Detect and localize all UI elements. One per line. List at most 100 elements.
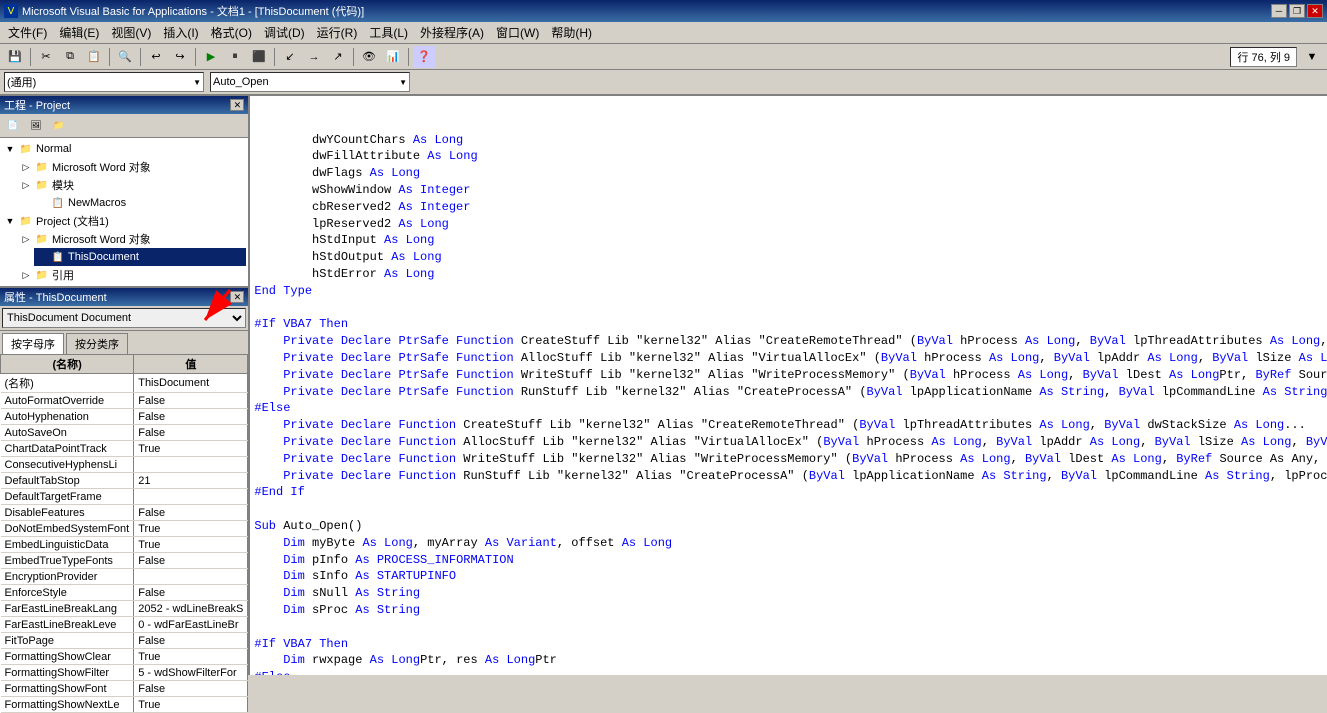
- find-button[interactable]: 🔍: [114, 46, 136, 68]
- minimize-button[interactable]: ─: [1271, 4, 1287, 18]
- tree-item-thisdocument[interactable]: 📋 ThisDocument: [34, 248, 246, 266]
- procedure-combo-arrow: ▼: [399, 78, 407, 87]
- step-out-button[interactable]: ↗: [327, 46, 349, 68]
- view-code-button[interactable]: 📄: [2, 115, 24, 137]
- stop-button[interactable]: ⬛: [248, 46, 270, 68]
- code-line: [254, 501, 1327, 518]
- props-table-row[interactable]: FarEastLineBreakLang2052 - wdLineBreakS: [1, 601, 248, 617]
- copy-button[interactable]: ⧉: [59, 46, 81, 68]
- tab-categorized[interactable]: 按分类序: [66, 333, 128, 354]
- menu-addins[interactable]: 外接程序(A): [414, 22, 490, 43]
- watch-button[interactable]: 👁: [358, 46, 380, 68]
- dropdown-button[interactable]: ▼: [1301, 46, 1323, 68]
- help-button[interactable]: ❓: [413, 46, 435, 68]
- undo-button[interactable]: ↩: [145, 46, 167, 68]
- project-panel: 工程 - Project ✕ 📄 🖼 📁 ▼ 📁 Normal ▷ 📁 Mic: [0, 96, 248, 288]
- tree-item-modules[interactable]: ▷ 📁 模块: [18, 176, 246, 194]
- menu-format[interactable]: 格式(O): [205, 22, 258, 43]
- menu-file[interactable]: 文件(F): [2, 22, 53, 43]
- props-table-row[interactable]: DoNotEmbedSystemFontTrue: [1, 521, 248, 537]
- redo-button[interactable]: ↪: [169, 46, 191, 68]
- props-table-row[interactable]: FormattingShowFilter5 - wdShowFilterFor: [1, 665, 248, 681]
- run-button[interactable]: ▶: [200, 46, 222, 68]
- props-table-row[interactable]: EmbedLinguisticDataTrue: [1, 537, 248, 553]
- props-table-row[interactable]: ConsecutiveHyphensLi: [1, 457, 248, 473]
- properties-tabs: 按字母序 按分类序: [0, 331, 248, 354]
- props-table-row[interactable]: EmbedTrueTypeFontsFalse: [1, 553, 248, 569]
- separator-3: [140, 48, 141, 66]
- properties-panel-close[interactable]: ✕: [230, 291, 244, 303]
- props-cell-value: False: [134, 409, 248, 425]
- locals-button[interactable]: 📊: [382, 46, 404, 68]
- paste-button[interactable]: 📋: [83, 46, 105, 68]
- props-table-row[interactable]: AutoHyphenationFalse: [1, 409, 248, 425]
- code-editor[interactable]: dwYCountChars As Long dwFillAttribute As…: [250, 96, 1327, 675]
- separator-5: [274, 48, 275, 66]
- pause-button[interactable]: ⏸: [224, 46, 246, 68]
- props-cell-value: True: [134, 521, 248, 537]
- menu-edit[interactable]: 编辑(E): [53, 22, 105, 43]
- props-table-row[interactable]: FormattingShowClearTrue: [1, 649, 248, 665]
- left-panel: 工程 - Project ✕ 📄 🖼 📁 ▼ 📁 Normal ▷ 📁 Mic: [0, 96, 250, 675]
- view-object-button[interactable]: 🖼: [25, 115, 47, 137]
- menu-insert[interactable]: 插入(I): [157, 22, 204, 43]
- props-cell-value: 21: [134, 473, 248, 489]
- folder-icon-references: 📁: [34, 268, 50, 282]
- cut-button[interactable]: ✂: [35, 46, 57, 68]
- menu-window[interactable]: 窗口(W): [490, 22, 545, 43]
- tree-item-newmacros[interactable]: 📋 NewMacros: [34, 194, 246, 212]
- tree-item-project[interactable]: ▼ 📁 Project (文档1): [2, 212, 246, 230]
- close-button[interactable]: ✕: [1307, 4, 1323, 18]
- tree-item-references[interactable]: ▷ 📁 引用: [18, 266, 246, 284]
- col-header-name: (名称): [1, 355, 134, 374]
- props-table-row[interactable]: AutoFormatOverrideFalse: [1, 393, 248, 409]
- step-over-button[interactable]: →: [303, 46, 325, 68]
- tree-item-normal[interactable]: ▼ 📁 Normal: [2, 140, 246, 158]
- procedure-combo[interactable]: Auto_Open ▼: [210, 72, 410, 92]
- folder-icon-modules: 📁: [34, 178, 50, 192]
- folder-icon-word-obj-1: 📁: [34, 160, 50, 174]
- save-button[interactable]: 💾: [4, 46, 26, 68]
- menu-run[interactable]: 运行(R): [311, 22, 364, 43]
- restore-button[interactable]: ❐: [1289, 4, 1305, 18]
- props-table-row[interactable]: EncryptionProvider: [1, 569, 248, 585]
- props-cell-value: False: [134, 505, 248, 521]
- props-cell-value: [134, 457, 248, 473]
- tab-alphabetical[interactable]: 按字母序: [2, 333, 64, 354]
- menu-help[interactable]: 帮助(H): [545, 22, 598, 43]
- expand-modules: ▷: [18, 180, 34, 191]
- props-cell-value: 2052 - wdLineBreakS: [134, 601, 248, 617]
- menu-view[interactable]: 视图(V): [105, 22, 157, 43]
- step-into-button[interactable]: ↙: [279, 46, 301, 68]
- props-table-row[interactable]: FarEastLineBreakLeve0 - wdFarEastLineBr: [1, 617, 248, 633]
- tree-label-newmacros: NewMacros: [68, 197, 126, 209]
- props-cell-value: False: [134, 393, 248, 409]
- props-table-row[interactable]: ChartDataPointTrackTrue: [1, 441, 248, 457]
- toggle-folders-button[interactable]: 📁: [48, 115, 70, 137]
- code-line: Private Declare Function RunStuff Lib "k…: [254, 468, 1327, 485]
- props-table-row[interactable]: DefaultTabStop21: [1, 473, 248, 489]
- tree-item-word-objects-2[interactable]: ▷ 📁 Microsoft Word 对象: [18, 230, 246, 248]
- scope-combo[interactable]: (通用) ▼: [4, 72, 204, 92]
- code-line: wShowWindow As Integer: [254, 182, 1327, 199]
- props-table-row[interactable]: FitToPageFalse: [1, 633, 248, 649]
- props-table-row[interactable]: FormattingShowNextLeTrue: [1, 697, 248, 713]
- project-panel-close[interactable]: ✕: [230, 99, 244, 111]
- props-table-row[interactable]: DisableFeaturesFalse: [1, 505, 248, 521]
- props-table-row[interactable]: EnforceStyleFalse: [1, 585, 248, 601]
- tree-item-word-objects-1[interactable]: ▷ 📁 Microsoft Word 对象: [18, 158, 246, 176]
- props-table-row[interactable]: FormattingShowFontFalse: [1, 681, 248, 697]
- menu-debug[interactable]: 调试(D): [258, 22, 311, 43]
- app-icon: V: [4, 4, 18, 18]
- folder-icon-normal: 📁: [18, 142, 34, 156]
- props-table-row[interactable]: DefaultTargetFrame: [1, 489, 248, 505]
- menu-tools[interactable]: 工具(L): [363, 22, 414, 43]
- properties-object-select[interactable]: ThisDocument Document: [2, 308, 246, 328]
- props-table-row[interactable]: (名称)ThisDocument: [1, 374, 248, 393]
- code-panel: dwYCountChars As Long dwFillAttribute As…: [250, 96, 1327, 675]
- props-cell-value: [134, 489, 248, 505]
- props-table-row[interactable]: AutoSaveOnFalse: [1, 425, 248, 441]
- tree-label-references: 引用: [52, 267, 74, 283]
- properties-panel: 属性 - ThisDocument ✕ ThisDocument Documen…: [0, 288, 248, 713]
- toolbar-main: 💾 ✂ ⧉ 📋 🔍 ↩ ↪ ▶ ⏸ ⬛ ↙ → ↗ 👁 📊 ❓ 行 76, 列 …: [0, 44, 1327, 70]
